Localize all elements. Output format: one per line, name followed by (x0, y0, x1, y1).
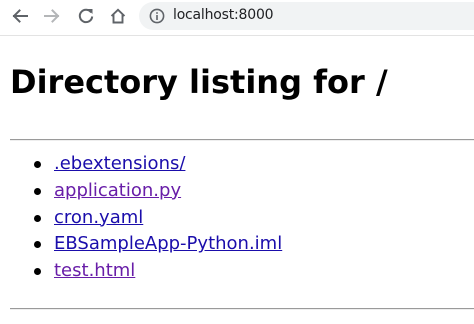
url-text[interactable]: localhost:8000 (173, 7, 274, 23)
forward-button[interactable] (40, 4, 64, 28)
reload-button[interactable] (74, 4, 98, 28)
bullet-icon (34, 161, 41, 168)
list-item: .ebextensions/ (10, 152, 282, 179)
list-item: cron.yaml (10, 206, 282, 233)
back-button[interactable] (8, 4, 32, 28)
info-icon[interactable] (149, 8, 165, 24)
bullet-icon (34, 268, 41, 276)
top-divider (10, 139, 474, 141)
file-link-cron-yaml[interactable]: cron.yaml (54, 207, 143, 228)
bottom-divider (10, 308, 474, 310)
browser-toolbar: localhost:8000 (0, 0, 474, 36)
reload-icon (78, 8, 94, 24)
list-item: EBSampleApp-Python.iml (10, 232, 282, 259)
page-title: Directory listing for / (10, 63, 388, 101)
bullet-icon (34, 187, 41, 195)
home-button[interactable] (106, 4, 130, 28)
file-link-ebextensions[interactable]: .ebextensions/ (54, 153, 185, 174)
list-item: application.py (10, 179, 282, 206)
bullet-icon (34, 241, 41, 249)
bullet-icon (34, 214, 41, 222)
file-link-ebsampleapp-iml[interactable]: EBSampleApp-Python.iml (54, 233, 282, 254)
list-item: test.html (10, 259, 282, 286)
file-list: .ebextensions/ application.py cron.yaml … (10, 152, 282, 286)
arrow-right-icon (44, 9, 60, 23)
address-bar[interactable]: localhost:8000 (139, 2, 474, 30)
home-icon (110, 8, 126, 24)
file-link-test-html[interactable]: test.html (54, 260, 135, 281)
arrow-left-icon (12, 9, 28, 23)
file-link-application-py[interactable]: application.py (54, 180, 181, 201)
